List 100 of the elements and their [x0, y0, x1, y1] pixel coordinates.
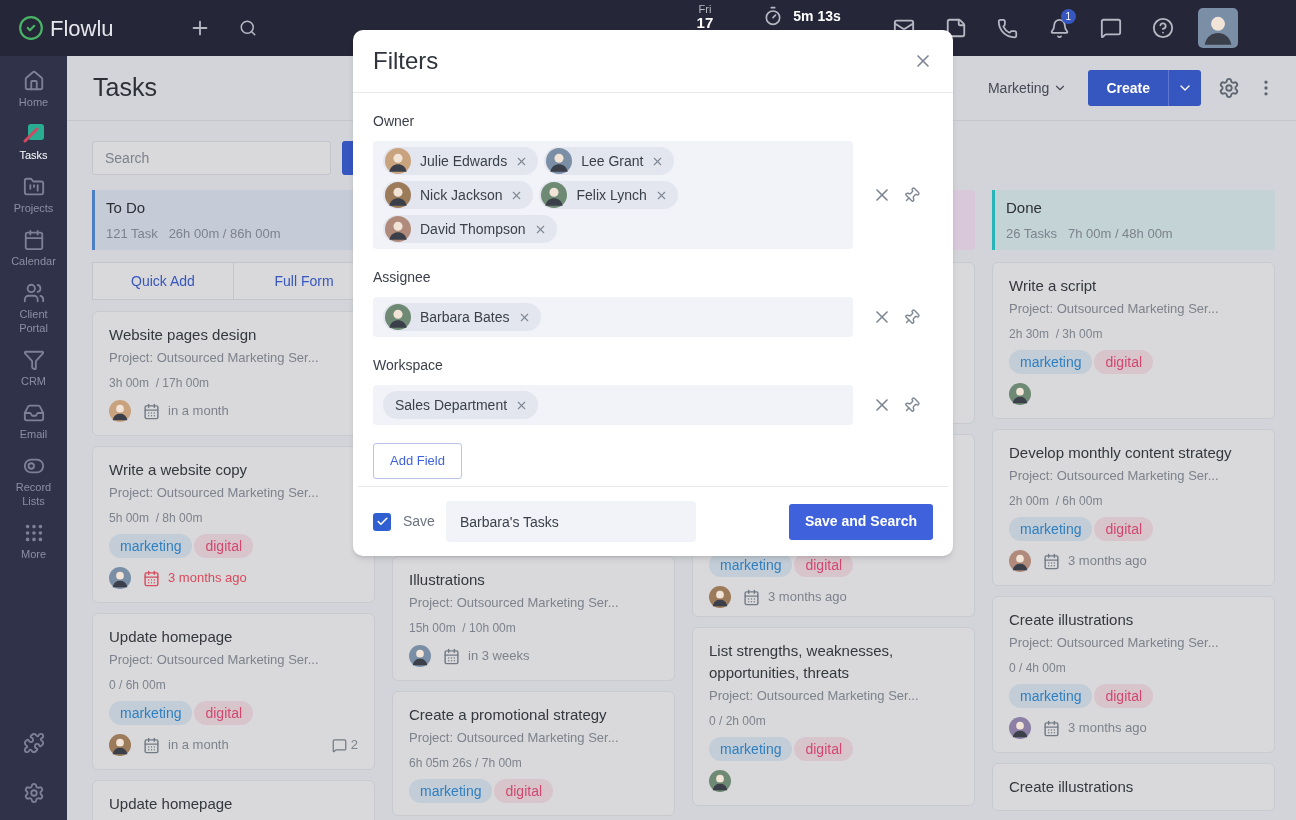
search-field[interactable]: Search	[92, 141, 331, 175]
chip-label: Julie Edwards	[420, 151, 508, 171]
tag: marketing	[1009, 684, 1093, 708]
card-title: List strengths, weaknesses, opportunities, threats	[709, 641, 895, 683]
filter-chip[interactable]: Nick Jackson	[383, 181, 534, 209]
search-icon[interactable]	[238, 19, 257, 37]
filter-chip[interactable]: Sales Department	[383, 391, 539, 419]
page-title: Tasks	[93, 72, 157, 104]
workspace-dropdown[interactable]: Marketing	[987, 77, 1068, 99]
sidebar-item[interactable]: Projects	[0, 176, 67, 215]
puzzle-icon[interactable]	[22, 732, 45, 754]
filter-chip[interactable]: Felix Lynch	[539, 181, 678, 209]
card-project: Project: Outsourced Marketing Ser...	[109, 484, 320, 502]
card-project: Project: Outsourced Marketing Ser...	[409, 729, 620, 747]
day-number: 17	[696, 15, 714, 30]
folder-icon	[22, 176, 45, 198]
save-and-search-button[interactable]: Save and Search	[788, 503, 933, 540]
due-date: in a month	[168, 736, 229, 755]
field-label: Workspace	[373, 356, 444, 375]
tag: marketing	[1009, 350, 1093, 374]
tag: marketing	[709, 737, 793, 761]
save-checkbox[interactable]	[373, 512, 391, 531]
filter-name-field[interactable]: Barbara's Tasks	[445, 501, 696, 542]
tag: marketing	[1009, 517, 1093, 541]
sidebar-item[interactable]: Record Lists	[0, 455, 67, 508]
save-label: Save	[403, 512, 435, 531]
tag: marketing	[409, 779, 493, 803]
card-title: Website pages design	[109, 325, 258, 345]
task-card[interactable]: Create illustrations Project: Outsourced Marketing Ser... 0 / 4h 00m marketing digital 3 months ago	[992, 596, 1275, 753]
card-time: 2h 30m / 3h 00m	[1009, 326, 1104, 342]
sidebar-item[interactable]: Home	[0, 70, 67, 109]
field-label: Assignee	[373, 268, 432, 287]
card-title: Update homepage	[109, 794, 234, 814]
task-card[interactable]: Create illustrations	[992, 763, 1275, 811]
calendar-icon	[22, 229, 45, 251]
notification-badge: 1	[1060, 8, 1076, 24]
calendar-icon	[443, 647, 460, 665]
dialog-title: Filters	[373, 46, 439, 76]
add-field-button[interactable]: Add Field	[373, 443, 462, 479]
phone-icon[interactable]	[996, 17, 1018, 39]
note-icon[interactable]	[944, 17, 967, 39]
card-title: Create illustrations	[1009, 777, 1135, 797]
task-card[interactable]: Update homepage	[92, 780, 375, 820]
column-title: To Do	[106, 198, 147, 218]
card-title: Develop monthly content strategy	[1009, 443, 1233, 463]
task-card[interactable]: List strengths, weaknesses, opportunities, threats Project: Outsourced Marketing Ser... 0 / 2h 00m marketing digital	[692, 627, 975, 806]
sidebar-item[interactable]: Tasks	[0, 123, 67, 162]
chip-label: Lee Grant	[581, 151, 644, 171]
task-card[interactable]: Create a promotional strategy Project: Outsourced Marketing Ser... 6h 05m 26s / 7h 00m marketing digital	[392, 691, 675, 816]
task-card[interactable]: Write a script Project: Outsourced Marketing Ser... 2h 30m / 3h 00m marketing digital	[992, 262, 1275, 419]
calendar-icon	[143, 402, 160, 420]
tag: digital	[194, 701, 254, 725]
task-card[interactable]: Develop monthly content strategy Project: Outsourced Marketing Ser... 2h 00m / 6h 00m marketing digital 3 months ago	[992, 429, 1275, 586]
chip-label: Nick Jackson	[420, 185, 503, 205]
filter-field[interactable]: Barbara Bates	[373, 297, 853, 337]
sidebar-item[interactable]: Calendar	[0, 229, 67, 268]
task-card[interactable]: Write a website copy Project: Outsourced Marketing Ser... 5h 00m / 8h 00m marketing digital 3 months ago	[92, 446, 375, 603]
logo-text: Flowlu	[50, 14, 114, 43]
due-date: 3 months ago	[1068, 719, 1147, 738]
users-icon	[22, 282, 45, 304]
calendar-icon	[1043, 719, 1060, 737]
sidebar-item[interactable]: Email	[0, 402, 67, 441]
tag: digital	[1094, 350, 1154, 374]
card-project: Project: Outsourced Marketing Ser...	[409, 594, 620, 612]
house-icon	[22, 70, 45, 92]
sidebar-item[interactable]: CRM	[0, 349, 67, 388]
task-card[interactable]: Update homepage Project: Outsourced Marketing Ser... 0 / 6h 00m marketing digital in a month 2	[92, 613, 375, 770]
chat-icon[interactable]	[1099, 17, 1122, 39]
help-icon[interactable]	[1151, 17, 1174, 39]
quick-add-button[interactable]: Quick Add	[92, 262, 234, 300]
card-time: 0 / 6h 00m	[109, 677, 167, 693]
card-time: 2h 00m / 6h 00m	[1009, 493, 1104, 509]
settings-icon[interactable]	[22, 782, 45, 804]
card-title: Create illustrations	[1009, 610, 1135, 630]
settings-icon[interactable]	[1218, 77, 1240, 99]
card-project: Project: Outsourced Marketing Ser...	[1009, 467, 1220, 485]
filter-chip[interactable]: Lee Grant	[544, 147, 675, 175]
due-date: in a month	[168, 402, 229, 421]
filter-field[interactable]: Julie Edwards Lee Grant Nick Jackson Felix Lynch David Thompson	[373, 141, 853, 249]
card-title: Illustrations	[409, 570, 486, 590]
sidebar-item[interactable]: More	[0, 522, 67, 561]
card-time: 5h 00m / 8h 00m	[109, 510, 204, 526]
card-time: 0 / 2h 00m	[709, 713, 767, 729]
tag: digital	[1094, 517, 1154, 541]
calendar-icon	[143, 736, 160, 754]
sidebar-item[interactable]: Client Portal	[0, 282, 67, 335]
tag: digital	[1094, 684, 1154, 708]
filter-chip[interactable]: Barbara Bates	[383, 303, 541, 331]
filter-chip[interactable]: Julie Edwards	[383, 147, 539, 175]
calendar-icon	[1043, 552, 1060, 570]
tasks-icon	[22, 123, 45, 145]
inbox-icon	[22, 402, 45, 424]
column-summary: 26 Tasks 7h 00m / 48h 00m	[1006, 224, 1174, 243]
due-date: 3 months ago	[768, 588, 847, 607]
avatar	[1197, 8, 1238, 48]
filter-chip[interactable]: David Thompson	[383, 215, 557, 243]
timer-value: 5m 13s	[793, 8, 841, 24]
filter-field[interactable]: Sales Department	[373, 385, 853, 425]
comment-count: 2	[350, 736, 358, 755]
task-card[interactable]: Illustrations Project: Outsourced Marketing Ser... 15h 00m / 10h 00m in 3 weeks	[392, 556, 675, 681]
